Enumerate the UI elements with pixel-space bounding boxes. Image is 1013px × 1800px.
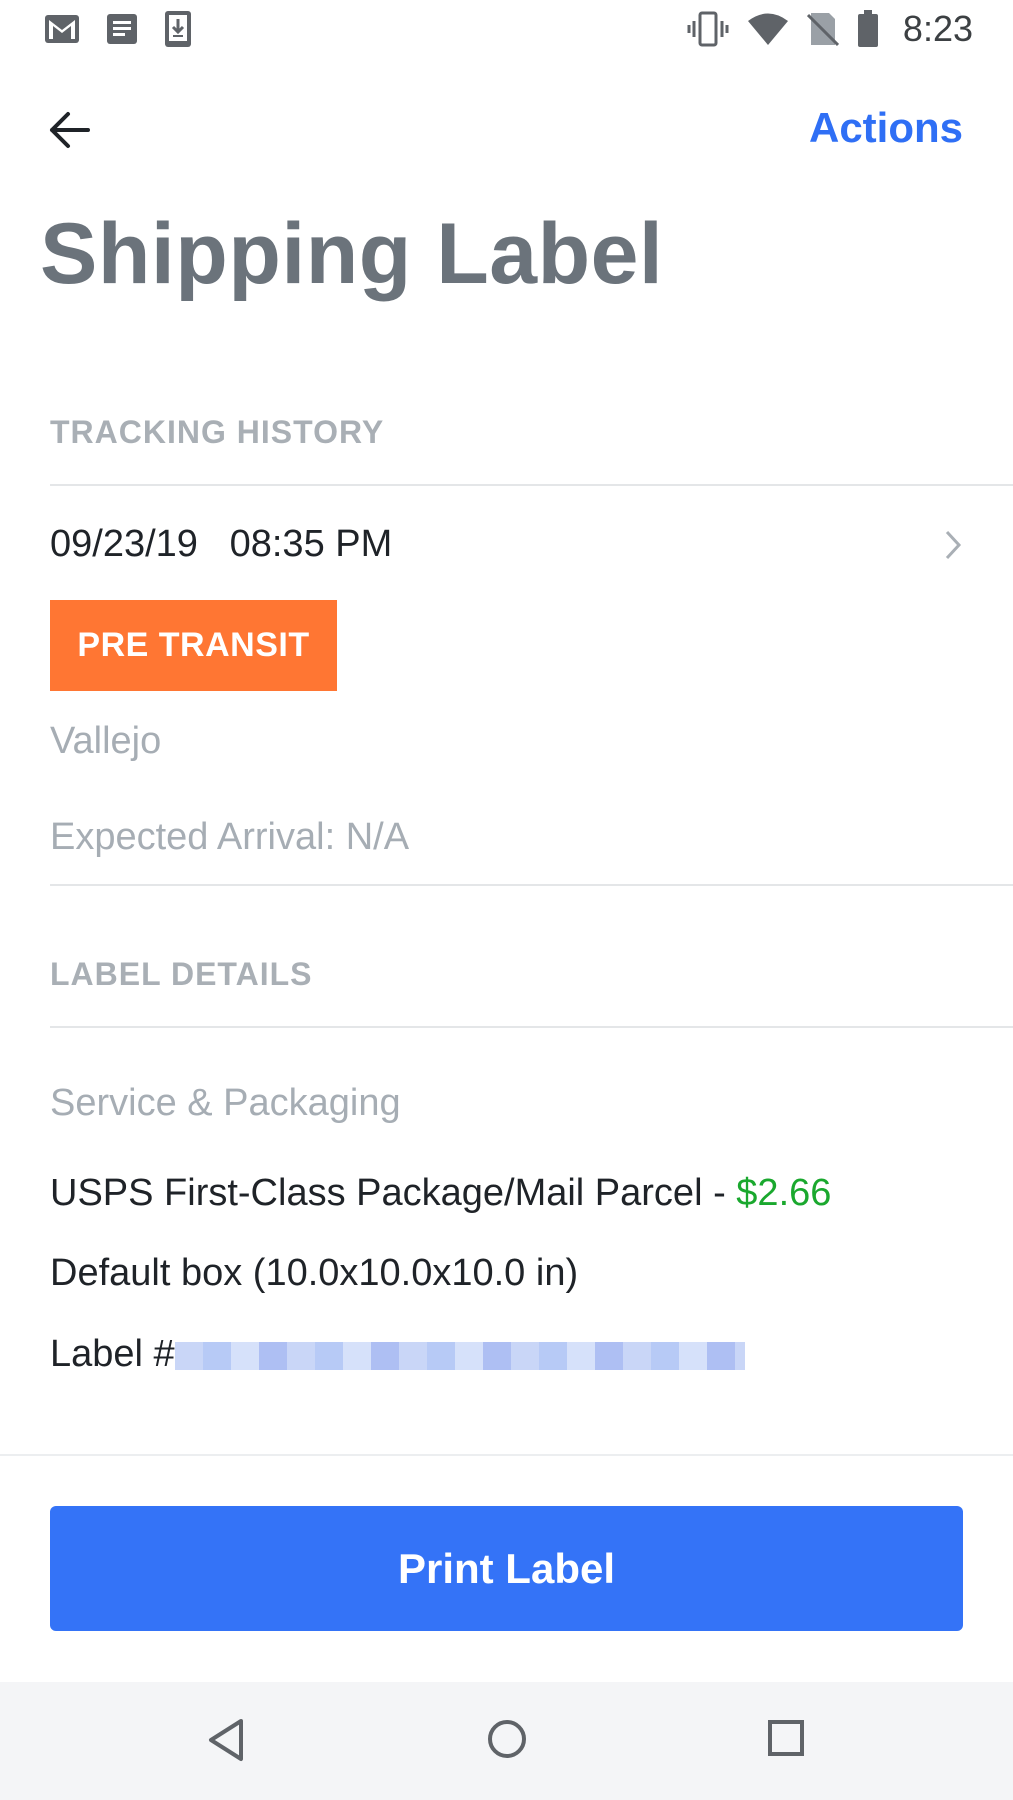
- download-icon: [164, 10, 192, 48]
- back-nav-icon[interactable]: [206, 1718, 246, 1767]
- divider: [50, 1026, 1013, 1028]
- service-line: USPS First-Class Package/Mail Parcel - $…: [50, 1172, 832, 1214]
- system-nav-bar: [0, 1682, 1013, 1800]
- chevron-right-icon: [943, 529, 963, 566]
- tracking-date: 09/23/19 08:35 PM: [50, 523, 393, 565]
- divider: [50, 884, 1013, 886]
- home-nav-icon[interactable]: [486, 1718, 528, 1765]
- document-icon: [106, 13, 138, 45]
- status-badge: PRE TRANSIT: [50, 600, 337, 691]
- status-notifications: [44, 10, 192, 48]
- wifi-icon: [747, 12, 789, 46]
- gmail-icon: [44, 14, 80, 44]
- page-title: Shipping Label: [40, 206, 664, 302]
- actions-button[interactable]: Actions: [809, 104, 963, 152]
- tracking-location: Vallejo: [50, 720, 162, 762]
- label-number-line: Label #: [50, 1333, 745, 1376]
- battery-icon: [857, 10, 879, 48]
- no-sim-icon: [806, 11, 839, 47]
- tracking-history-header: TRACKING HISTORY: [50, 414, 385, 450]
- tracking-event-row[interactable]: 09/23/19 08:35 PM: [50, 515, 973, 575]
- print-label-button[interactable]: Print Label: [50, 1506, 963, 1631]
- recents-nav-icon[interactable]: [766, 1718, 806, 1763]
- label-details-header: LABEL DETAILS: [50, 956, 313, 992]
- status-bar: 8:23: [0, 0, 1013, 64]
- status-system: 8:23: [687, 8, 973, 50]
- back-arrow-icon[interactable]: [44, 105, 94, 155]
- service-packaging-label: Service & Packaging: [50, 1082, 401, 1124]
- expected-arrival: Expected Arrival: N/A: [50, 816, 410, 858]
- divider: [50, 484, 1013, 486]
- status-time: 8:23: [902, 8, 973, 49]
- vibrate-icon: [687, 11, 729, 47]
- price: $2.66: [736, 1172, 832, 1214]
- box-line: Default box (10.0x10.0x10.0 in): [50, 1252, 579, 1294]
- redacted-label-number: [174, 1341, 745, 1370]
- footer-divider: [0, 1454, 1013, 1456]
